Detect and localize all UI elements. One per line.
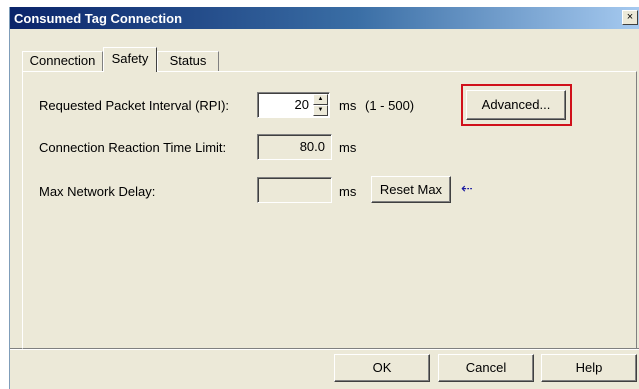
spin-down-icon[interactable]: ▼ — [313, 105, 328, 116]
cancel-button-label: Cancel — [465, 360, 507, 375]
help-button-label: Help — [575, 360, 603, 375]
window-title: Consumed Tag Connection — [14, 11, 183, 26]
crtl-unit: ms — [339, 140, 357, 155]
tab-connection[interactable]: Connection — [22, 51, 103, 71]
tab-safety[interactable]: Safety — [103, 47, 157, 72]
rpi-spinner[interactable]: ▲ ▼ — [313, 94, 328, 116]
crtl-field: 80.0 — [257, 134, 332, 160]
reset-max-button[interactable]: Reset Max — [371, 176, 451, 203]
ok-button[interactable]: OK — [334, 354, 430, 382]
rpi-spinbox[interactable]: 20 ▲ ▼ — [257, 92, 330, 118]
dialog-window: Consumed Tag Connection × Connection Saf… — [9, 7, 639, 389]
cancel-button[interactable]: Cancel — [438, 354, 534, 382]
help-button[interactable]: Help — [541, 354, 637, 382]
safety-panel: Requested Packet Interval (RPI): 20 ▲ ▼ … — [22, 71, 637, 349]
tab-status[interactable]: Status — [157, 51, 219, 71]
mnd-field — [257, 177, 332, 203]
tab-connection-label: Connection — [29, 53, 96, 68]
ok-button-label: OK — [372, 360, 392, 375]
rpi-value: 20 — [294, 97, 309, 112]
advanced-button-label: Advanced... — [481, 97, 551, 112]
rpi-range: (1 - 500) — [365, 98, 415, 113]
mnd-label: Max Network Delay: — [39, 184, 156, 199]
spin-up-icon[interactable]: ▲ — [313, 94, 328, 105]
crtl-label: Connection Reaction Time Limit: — [39, 140, 227, 155]
rpi-label: Requested Packet Interval (RPI): — [39, 98, 230, 113]
advanced-button[interactable]: Advanced... — [466, 90, 566, 120]
title-bar[interactable]: Consumed Tag Connection × — [10, 7, 639, 29]
close-icon[interactable]: × — [622, 10, 638, 25]
crtl-value: 80.0 — [299, 139, 325, 154]
tab-status-label: Status — [169, 53, 207, 68]
reset-max-label: Reset Max — [379, 182, 443, 197]
rpi-unit: ms — [339, 98, 357, 113]
arrow-left-icon: ⇠ — [461, 180, 473, 196]
tab-safety-label: Safety — [111, 51, 149, 66]
mnd-unit: ms — [339, 184, 357, 199]
